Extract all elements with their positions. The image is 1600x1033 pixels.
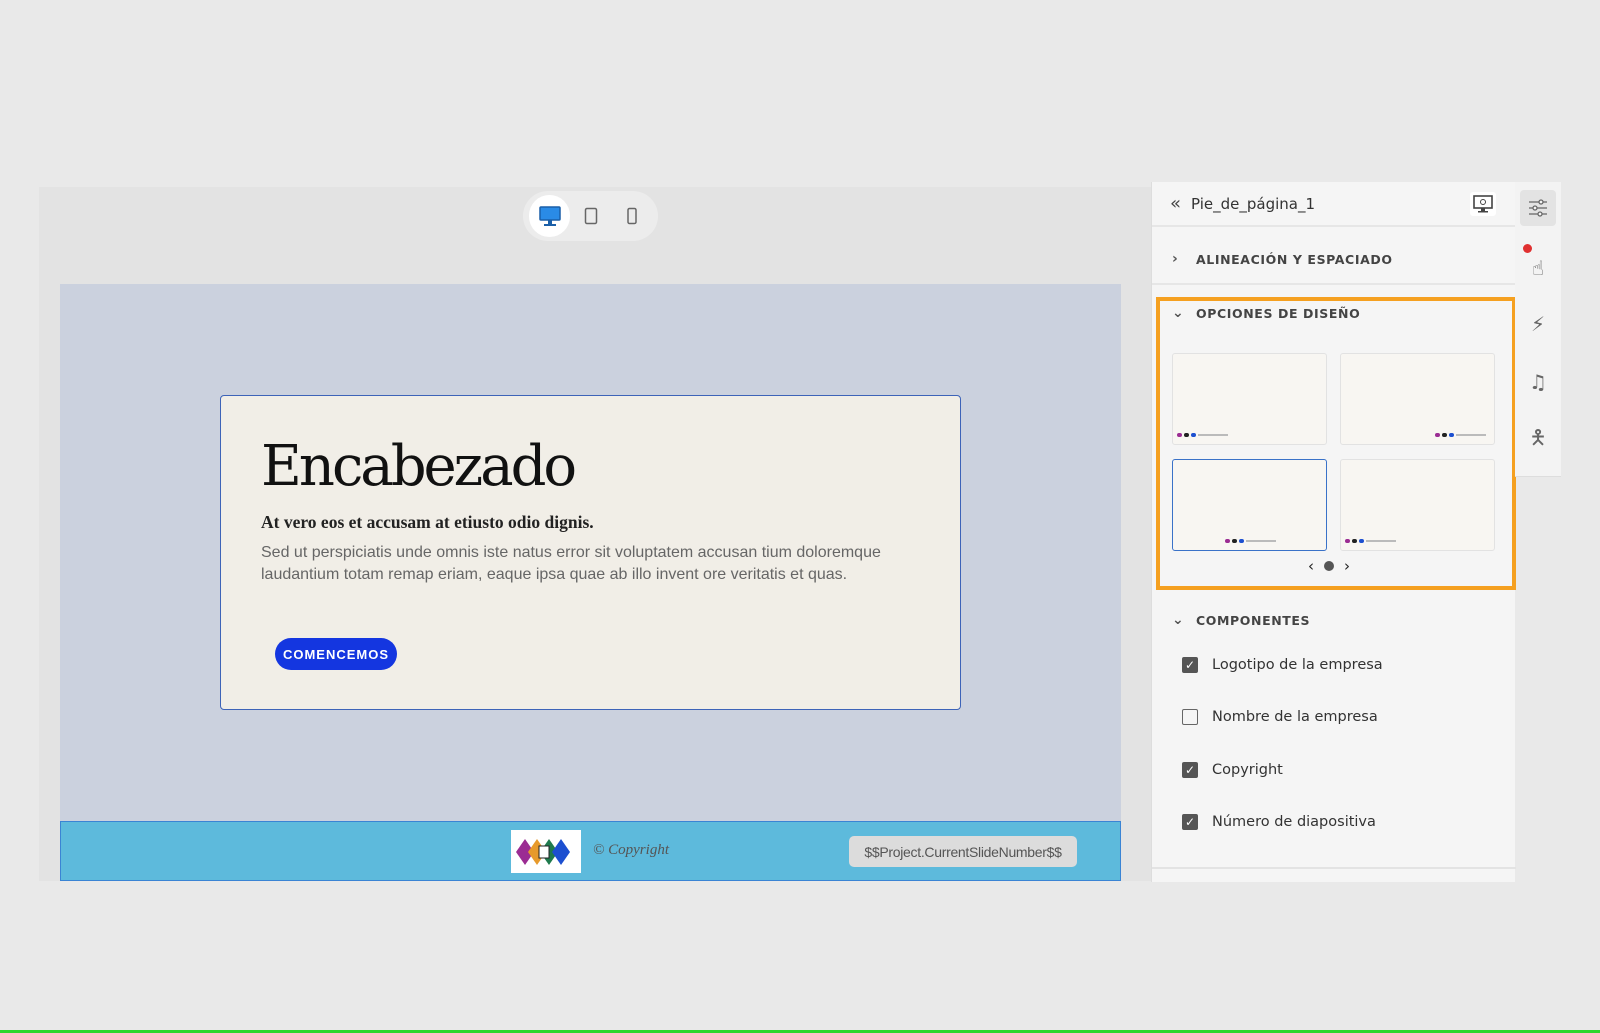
slide-footer[interactable]: © Copyright $$Project.CurrentSlideNumber… xyxy=(60,821,1121,881)
desktop-view-button[interactable] xyxy=(529,195,570,237)
chevron-down-icon: ⌄ xyxy=(1172,612,1185,628)
checkbox-checked-icon: ✓ xyxy=(1182,762,1198,778)
company-logo[interactable] xyxy=(511,830,581,873)
divider xyxy=(1152,867,1516,869)
properties-sliders-icon[interactable] xyxy=(1520,190,1556,226)
design-options-highlight xyxy=(1156,297,1516,590)
animation-icon[interactable]: ⚡ xyxy=(1520,306,1556,342)
slide-heading[interactable]: Encabezado xyxy=(261,434,577,499)
chevron-right-icon: › xyxy=(1172,251,1179,267)
checkbox-company-name[interactable]: Nombre de la empresa xyxy=(1182,709,1378,725)
section-alignment-label: ALINEACIÓN Y ESPACIADO xyxy=(1196,251,1393,267)
interaction-hand-icon[interactable]: ☝ xyxy=(1520,250,1556,286)
slide-body-text[interactable]: Sed ut perspiciatis unde omnis iste natu… xyxy=(261,542,901,586)
tablet-icon xyxy=(584,207,597,225)
section-alignment[interactable]: › ALINEACIÓN Y ESPACIADO xyxy=(1152,235,1516,285)
checkbox-label: Logotipo de la empresa xyxy=(1212,657,1383,673)
mobile-icon xyxy=(626,207,637,225)
checkbox-checked-icon: ✓ xyxy=(1182,657,1198,673)
tablet-view-button[interactable] xyxy=(570,195,611,237)
section-components[interactable]: ⌄ COMPONENTES xyxy=(1152,605,1516,635)
slide-number-field[interactable]: $$Project.CurrentSlideNumber$$ xyxy=(849,836,1077,867)
panel-header: « Pie_de_página_1 xyxy=(1152,182,1516,227)
accessibility-icon[interactable]: 🯅 xyxy=(1520,422,1556,458)
checkbox-label: Copyright xyxy=(1212,762,1283,778)
copyright-text[interactable]: © Copyright xyxy=(593,842,669,859)
checkbox-unchecked-icon xyxy=(1182,709,1198,725)
checkbox-checked-icon: ✓ xyxy=(1182,814,1198,830)
checkbox-label: Número de diapositiva xyxy=(1212,814,1376,830)
section-components-label: COMPONENTES xyxy=(1196,612,1311,628)
preview-icon[interactable] xyxy=(1470,192,1496,216)
content-card[interactable]: Encabezado At vero eos et accusam at eti… xyxy=(220,395,961,710)
logo-diamonds-icon xyxy=(516,838,570,865)
checkbox-copyright[interactable]: ✓ Copyright xyxy=(1182,762,1283,778)
mobile-view-button[interactable] xyxy=(611,195,652,237)
desktop-icon xyxy=(538,206,561,226)
slide-subheading[interactable]: At vero eos et accusam at etiusto odio d… xyxy=(261,512,594,533)
cta-button[interactable]: COMENCEMOS xyxy=(275,638,397,670)
checkbox-slide-number[interactable]: ✓ Número de diapositiva xyxy=(1182,814,1376,830)
icon-rail: ☝ ⚡ ♫ 🯅 xyxy=(1515,182,1561,477)
panel-title: Pie_de_página_1 xyxy=(1191,194,1316,213)
checkbox-label: Nombre de la empresa xyxy=(1212,709,1378,725)
collapse-panel-icon[interactable]: « xyxy=(1170,193,1181,214)
device-switcher xyxy=(523,191,658,241)
checkbox-company-logo[interactable]: ✓ Logotipo de la empresa xyxy=(1182,657,1383,673)
audio-music-icon[interactable]: ♫ xyxy=(1520,364,1556,400)
